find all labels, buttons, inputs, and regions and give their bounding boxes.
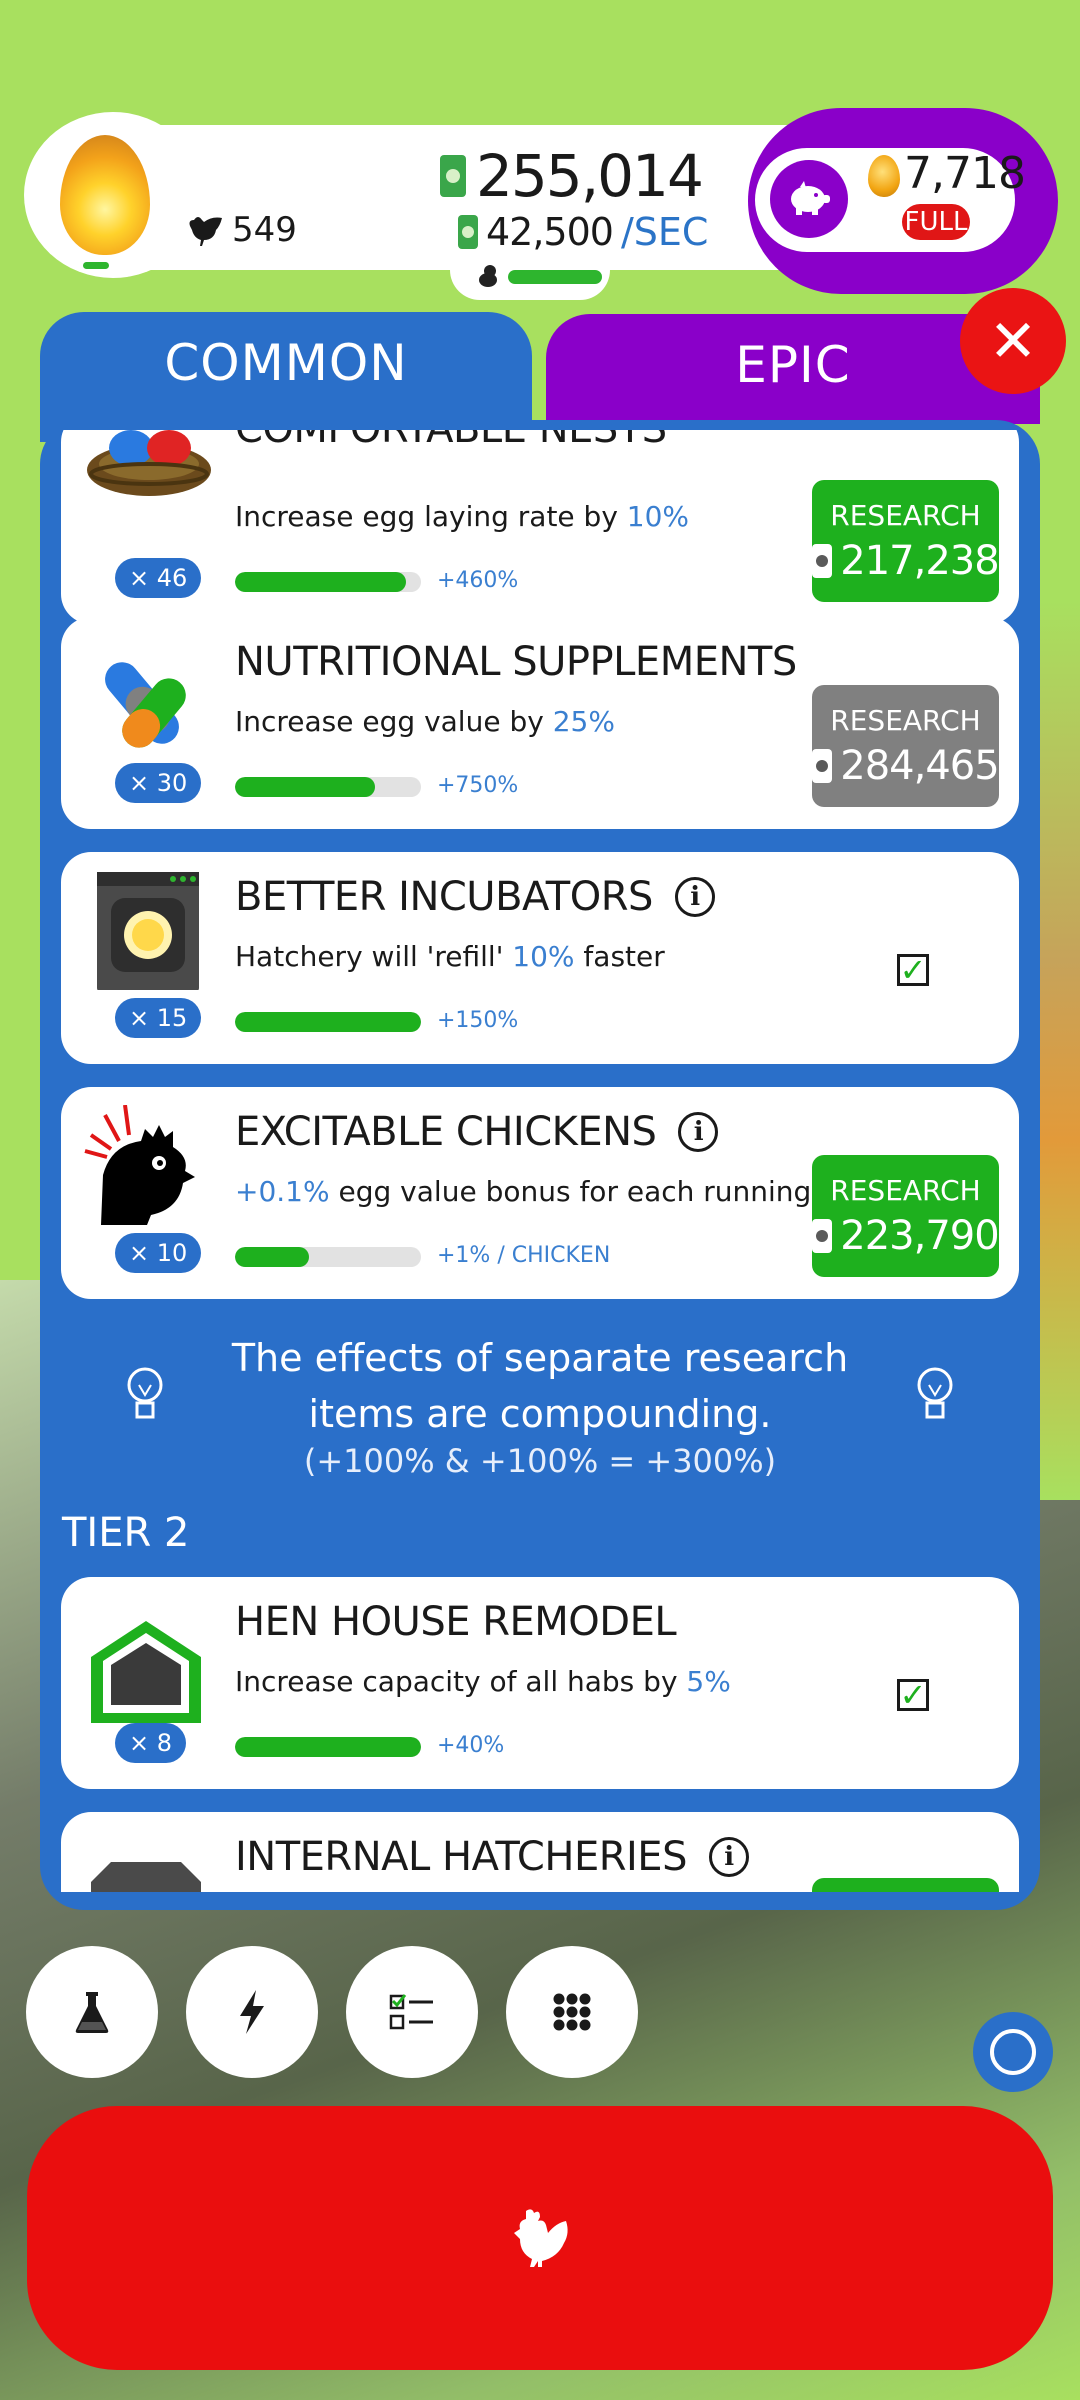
money-display: 255,014 — [440, 142, 704, 210]
research-bonus: +750% — [437, 773, 519, 798]
research-title: INTERNAL HATCHERIES i — [235, 1834, 749, 1880]
golden-egg-icon — [868, 155, 900, 197]
tier-label: TIER 2 — [62, 1510, 190, 1556]
camera-toggle-button[interactable] — [973, 2012, 1053, 2092]
research-progress-fill — [235, 1737, 421, 1757]
tab-common[interactable]: COMMON — [40, 312, 532, 442]
research-button[interactable]: RESEARCH 284,465 — [812, 685, 1000, 807]
golden-egg-count: 7,718 — [904, 148, 1026, 199]
research-progress-bar — [235, 1247, 421, 1267]
research-desc: Increase capacity of all habs by 5% — [235, 1665, 731, 1698]
info-icon[interactable]: i — [674, 877, 715, 917]
incubator-icon — [97, 872, 199, 990]
research-level-badge: × 8 — [115, 1723, 187, 1763]
excited-chicken-icon — [84, 1105, 195, 1225]
lightbulb-icon — [917, 1367, 953, 1419]
pill-icon — [105, 662, 186, 748]
complete-checkbox-icon: ✓ — [897, 954, 929, 986]
hatchery-building-icon — [91, 1862, 201, 1892]
piggy-icon — [791, 181, 830, 215]
research-bonus: +460% — [437, 568, 519, 593]
hen-house-icon — [91, 1621, 201, 1723]
complete-checkbox-icon: ✓ — [897, 1679, 929, 1711]
rate-unit: /SEC — [620, 210, 709, 254]
egg-indicator — [83, 262, 109, 269]
cash-icon — [458, 215, 478, 249]
research-card-better-incubators: BETTER INCUBATORS i Hatchery will 'refil… — [61, 852, 1019, 1064]
menu-button[interactable] — [506, 1946, 638, 2078]
research-progress-fill — [235, 1012, 421, 1032]
research-bonus: +40% — [437, 1733, 505, 1758]
close-button[interactable]: ✕ — [960, 288, 1066, 394]
research-list[interactable]: COMFORTABLE NESTS Increase egg laying ra… — [40, 430, 1040, 1892]
research-bonus: +150% — [437, 1008, 519, 1033]
chicken-icon — [189, 217, 222, 246]
info-icon[interactable]: i — [678, 1112, 719, 1152]
cash-icon — [440, 155, 466, 197]
research-desc: Hatchery will 'refill' 10% faster — [235, 940, 665, 973]
flask-icon — [75, 1992, 109, 2033]
lightbulb-icon — [127, 1367, 163, 1419]
hatchery-fill — [508, 270, 602, 284]
research-card-nutritional-supplements: NUTRITIONAL SUPPLEMENTS Increase egg val… — [61, 617, 1019, 829]
grid-icon — [553, 1993, 591, 2031]
rate-value: 42,500 — [486, 210, 614, 254]
chicken-count-value: 549 — [232, 210, 297, 250]
research-title: HEN HOUSE REMODEL — [235, 1599, 677, 1645]
research-progress-fill — [235, 777, 375, 797]
tab-epic-label: EPIC — [735, 336, 851, 394]
tab-common-label: COMMON — [164, 334, 408, 392]
chick-icon — [479, 265, 497, 287]
research-button[interactable]: RESEARCH 223,790 — [812, 1155, 1000, 1277]
research-button[interactable] — [812, 1878, 999, 1892]
research-title: BETTER INCUBATORS i — [235, 874, 715, 920]
research-lab-button[interactable] — [26, 1946, 158, 2078]
cash-icon — [812, 748, 833, 783]
research-progress-fill — [235, 572, 407, 592]
research-card-excitable-chickens: EXCITABLE CHICKENS i +0.1% egg value bon… — [61, 1087, 1019, 1299]
research-level-badge: × 46 — [115, 558, 202, 598]
piggy-full-badge: FULL — [902, 204, 970, 240]
circle-icon — [990, 2029, 1036, 2075]
close-icon: ✕ — [988, 307, 1038, 375]
checklist-icon — [389, 1994, 433, 2030]
nest-icon — [87, 430, 211, 496]
research-tip: The effects of separate research items a… — [231, 1336, 849, 1436]
piggy-bank-button[interactable] — [770, 160, 848, 238]
research-title: COMFORTABLE NESTS — [235, 430, 667, 452]
research-bonus: +1% / CHICKEN — [437, 1243, 611, 1268]
missions-button[interactable] — [346, 1946, 478, 2078]
research-desc: Increase egg laying rate by 10% — [235, 500, 690, 533]
hatch-chicken-button[interactable] — [27, 2106, 1053, 2370]
research-level-badge: × 30 — [115, 763, 202, 803]
cash-icon — [812, 543, 833, 578]
chicken-icon — [514, 2209, 568, 2267]
research-progress-bar — [235, 777, 421, 797]
research-desc: Increase egg value by 25% — [235, 705, 615, 738]
research-level-badge: × 10 — [115, 1233, 202, 1273]
research-level-badge: × 15 — [115, 998, 202, 1038]
research-card-comfortable-nests: COMFORTABLE NESTS Increase egg laying ra… — [61, 430, 1019, 624]
research-button[interactable]: RESEARCH 217,238 — [812, 480, 1000, 602]
research-title: NUTRITIONAL SUPPLEMENTS — [235, 639, 797, 685]
info-icon[interactable]: i — [708, 1837, 749, 1877]
research-card-internal-hatcheries: INTERNAL HATCHERIES i — [61, 1812, 1019, 1892]
research-tip-example: (+100% & +100% = +300%) — [303, 1442, 777, 1480]
research-progress-bar — [235, 572, 421, 592]
research-progress-bar — [235, 1737, 421, 1757]
research-progress-fill — [235, 1247, 310, 1267]
money-rate: 42,500/SEC — [458, 210, 708, 254]
lightning-icon — [240, 1990, 264, 2034]
research-title: EXCITABLE CHICKENS i — [235, 1109, 719, 1155]
research-progress-bar — [235, 1012, 421, 1032]
money-value: 255,014 — [476, 142, 704, 210]
chicken-count: 549 — [186, 208, 297, 252]
boosts-button[interactable] — [186, 1946, 318, 2078]
cash-icon — [812, 1218, 833, 1253]
research-card-hen-house-remodel: HEN HOUSE REMODEL Increase capacity of a… — [61, 1577, 1019, 1789]
